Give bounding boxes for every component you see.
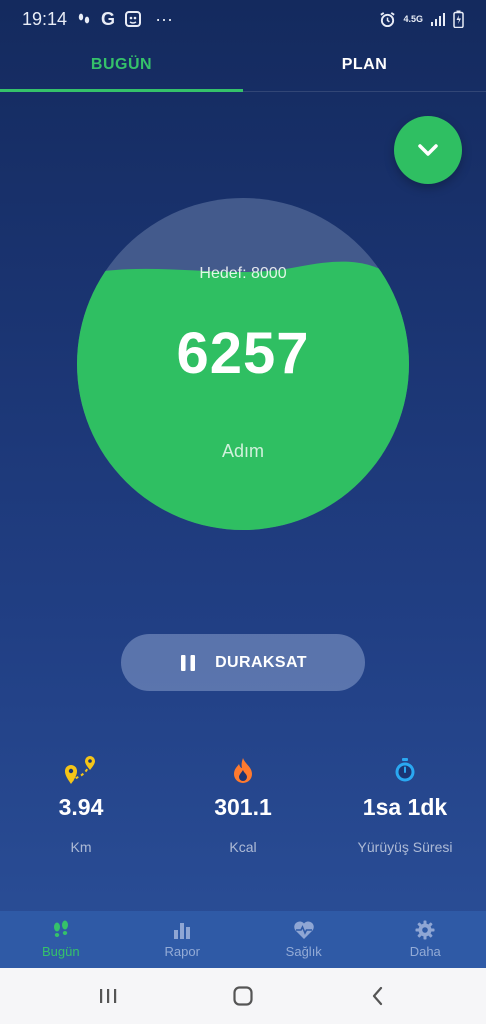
- bar-chart-icon: [174, 923, 191, 939]
- pause-button[interactable]: DURAKSAT: [121, 634, 365, 691]
- system-nav-bar: [0, 968, 486, 1024]
- alarm-icon: [379, 11, 396, 28]
- top-tabs: BUGÜN PLAN: [0, 38, 486, 92]
- home-icon: [233, 986, 253, 1006]
- tab-plan[interactable]: PLAN: [243, 38, 486, 92]
- recent-apps-button[interactable]: [78, 976, 138, 1016]
- stat-calories: 301.1 Kcal: [162, 752, 324, 862]
- heart-icon: [293, 921, 314, 939]
- nav-more[interactable]: Daha: [365, 911, 486, 968]
- nav-today[interactable]: Bugün: [0, 911, 122, 968]
- gear-icon: [415, 920, 435, 940]
- nav-health[interactable]: Sağlık: [243, 911, 365, 968]
- tab-indicator: [0, 89, 243, 92]
- nav-today-label: Bugün: [41, 944, 80, 959]
- calories-label: Kcal: [229, 839, 257, 855]
- back-button[interactable]: [348, 976, 408, 1016]
- app-icon: [124, 10, 142, 28]
- collapse-button[interactable]: [394, 116, 462, 184]
- tab-today[interactable]: BUGÜN: [0, 38, 243, 92]
- bottom-nav: Bugün Rapor Sağlık Daha: [0, 911, 486, 968]
- recent-apps-icon: [99, 989, 116, 1003]
- more-notifications-icon: ···: [155, 8, 174, 29]
- back-icon: [373, 986, 383, 1006]
- stat-distance: 3.94 Km: [0, 752, 162, 862]
- signal-icon: [430, 12, 446, 26]
- steps-count: 6257: [176, 321, 310, 386]
- network-icon: 4.5G: [403, 14, 423, 24]
- flame-icon: [231, 752, 255, 788]
- stopwatch-icon: [393, 752, 417, 788]
- stats-row: 3.94 Km 301.1 Kcal 1sa 1dk Yürüyüş Süres…: [0, 752, 486, 862]
- distance-icon: [62, 752, 100, 788]
- pause-icon: [181, 654, 196, 671]
- steps-unit-label: Adım: [221, 441, 264, 461]
- pause-label: DURAKSAT: [215, 653, 307, 671]
- stat-duration: 1sa 1dk Yürüyüş Süresi: [324, 752, 486, 862]
- duration-label: Yürüyüş Süresi: [357, 839, 453, 855]
- footsteps-icon: [53, 920, 68, 937]
- app-screen: 19:14 G ··· 4.5G BUGÜN PLAN Hedef: 8000 …: [0, 0, 486, 968]
- nav-report[interactable]: Rapor: [122, 911, 244, 968]
- status-right: 4.5G: [379, 10, 464, 28]
- home-button[interactable]: [213, 976, 273, 1016]
- status-left: 19:14 G ···: [22, 9, 173, 30]
- goal-label: Hedef: 8000: [199, 265, 287, 282]
- duration-value: 1sa 1dk: [362, 794, 448, 820]
- google-icon: G: [101, 8, 116, 29]
- distance-value: 3.94: [58, 794, 104, 820]
- distance-label: Km: [70, 839, 92, 855]
- calories-value: 301.1: [214, 794, 272, 820]
- progress-water-fill: [77, 261, 409, 530]
- nav-more-label: Daha: [409, 944, 441, 959]
- status-time: 19:14: [22, 8, 68, 29]
- steps-icon: [76, 11, 92, 27]
- nav-health-label: Sağlık: [285, 944, 322, 959]
- battery-icon: [453, 10, 464, 28]
- tab-divider: [243, 91, 486, 92]
- status-bar: 19:14 G ··· 4.5G: [0, 0, 486, 38]
- nav-report-label: Rapor: [164, 944, 200, 959]
- chevron-down-icon: [418, 144, 438, 156]
